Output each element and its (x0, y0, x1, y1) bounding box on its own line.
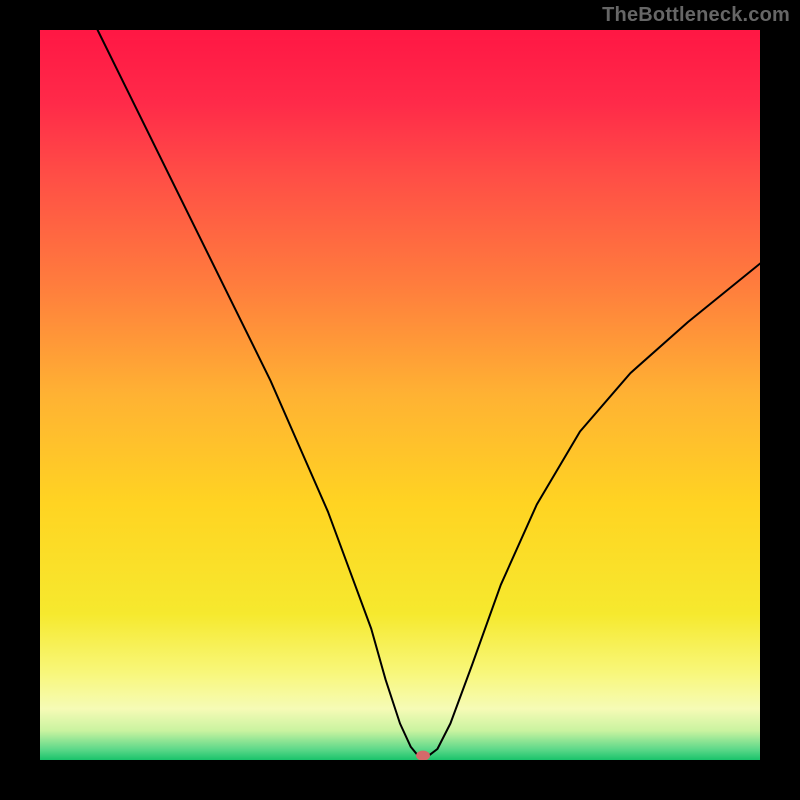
chart-frame: TheBottleneck.com (0, 0, 800, 800)
bottleneck-plot (40, 30, 760, 760)
attribution-label: TheBottleneck.com (602, 4, 790, 27)
plot-area (40, 30, 760, 760)
gradient-background (40, 30, 760, 760)
